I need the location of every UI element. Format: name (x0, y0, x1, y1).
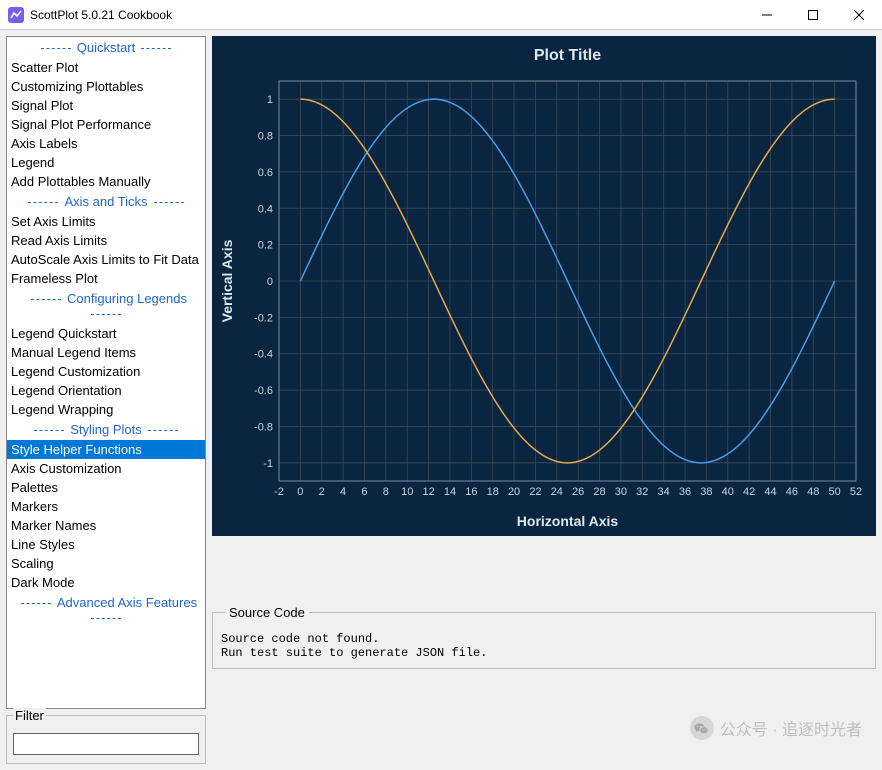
svg-text:18: 18 (487, 486, 499, 498)
svg-text:14: 14 (444, 486, 456, 498)
svg-text:0: 0 (297, 486, 303, 498)
list-section-header: Configuring Legends (7, 288, 205, 324)
list-item[interactable]: Legend Wrapping (7, 400, 205, 419)
svg-text:0.4: 0.4 (258, 203, 273, 215)
sidebar: QuickstartScatter PlotCustomizing Plotta… (6, 36, 206, 764)
list-item[interactable]: Line Styles (7, 535, 205, 554)
watermark: 公众号 · 追逐时光者 (690, 716, 862, 740)
svg-text:36: 36 (679, 486, 691, 498)
svg-text:Vertical Axis: Vertical Axis (219, 239, 235, 322)
list-item[interactable]: Axis Customization (7, 459, 205, 478)
svg-text:8: 8 (383, 486, 389, 498)
svg-text:48: 48 (807, 486, 819, 498)
list-item[interactable]: Legend Customization (7, 362, 205, 381)
svg-text:-0.2: -0.2 (254, 312, 273, 324)
list-section-header: Advanced Axis Features (7, 592, 205, 628)
list-item[interactable]: Signal Plot (7, 96, 205, 115)
list-item[interactable]: Dark Mode (7, 573, 205, 592)
svg-text:20: 20 (508, 486, 520, 498)
source-code-text: Source code not found. Run test suite to… (221, 632, 867, 660)
svg-text:Horizontal Axis: Horizontal Axis (517, 513, 619, 529)
list-section-header: Quickstart (7, 37, 205, 58)
svg-text:4: 4 (340, 486, 346, 498)
source-code-label: Source Code (225, 605, 309, 620)
svg-text:42: 42 (743, 486, 755, 498)
list-item[interactable]: Marker Names (7, 516, 205, 535)
svg-text:1: 1 (267, 94, 273, 106)
list-item[interactable]: Scatter Plot (7, 58, 205, 77)
list-item[interactable]: AutoScale Axis Limits to Fit Data (7, 250, 205, 269)
filter-input[interactable] (13, 733, 199, 755)
svg-text:40: 40 (722, 486, 734, 498)
svg-text:38: 38 (700, 486, 712, 498)
svg-text:16: 16 (465, 486, 477, 498)
svg-text:22: 22 (529, 486, 541, 498)
svg-text:0.6: 0.6 (258, 167, 273, 179)
watermark-text: 公众号 · 追逐时光者 (720, 716, 862, 740)
list-item[interactable]: Customizing Plottables (7, 77, 205, 96)
svg-text:-2: -2 (274, 486, 284, 498)
svg-text:0.8: 0.8 (258, 131, 273, 143)
list-item[interactable]: Manual Legend Items (7, 343, 205, 362)
list-item[interactable]: Signal Plot Performance (7, 115, 205, 134)
list-item[interactable]: Legend Orientation (7, 381, 205, 400)
list-item[interactable]: Scaling (7, 554, 205, 573)
list-item[interactable]: Markers (7, 497, 205, 516)
svg-text:2: 2 (319, 486, 325, 498)
svg-text:6: 6 (361, 486, 367, 498)
list-item[interactable]: Palettes (7, 478, 205, 497)
svg-text:0.2: 0.2 (258, 240, 273, 252)
svg-text:34: 34 (658, 486, 670, 498)
svg-text:28: 28 (593, 486, 605, 498)
svg-text:44: 44 (764, 486, 776, 498)
svg-text:50: 50 (829, 486, 841, 498)
svg-text:30: 30 (615, 486, 627, 498)
list-section-header: Axis and Ticks (7, 191, 205, 212)
recipe-listbox[interactable]: QuickstartScatter PlotCustomizing Plotta… (6, 36, 206, 709)
list-item[interactable]: Read Axis Limits (7, 231, 205, 250)
plot-area[interactable]: -202468101214161820222426283032343638404… (212, 36, 876, 536)
list-item[interactable]: Legend Quickstart (7, 324, 205, 343)
list-item[interactable]: Set Axis Limits (7, 212, 205, 231)
close-button[interactable] (836, 0, 882, 30)
svg-text:24: 24 (551, 486, 563, 498)
filter-groupbox: Filter (6, 715, 206, 764)
window-title: ScottPlot 5.0.21 Cookbook (30, 8, 744, 22)
svg-text:46: 46 (786, 486, 798, 498)
filter-label: Filter (13, 708, 46, 723)
svg-text:52: 52 (850, 486, 862, 498)
svg-text:-0.4: -0.4 (254, 349, 273, 361)
svg-text:10: 10 (401, 486, 413, 498)
app-icon (8, 7, 24, 23)
minimize-button[interactable] (744, 0, 790, 30)
svg-text:-0.8: -0.8 (254, 421, 273, 433)
titlebar: ScottPlot 5.0.21 Cookbook (0, 0, 882, 30)
list-item[interactable]: Legend (7, 153, 205, 172)
list-item[interactable]: Axis Labels (7, 134, 205, 153)
svg-text:26: 26 (572, 486, 584, 498)
wechat-icon (690, 716, 714, 740)
svg-text:-1: -1 (263, 458, 273, 470)
maximize-button[interactable] (790, 0, 836, 30)
svg-text:32: 32 (636, 486, 648, 498)
list-item[interactable]: Style Helper Functions (7, 440, 205, 459)
svg-text:Plot Title: Plot Title (534, 47, 601, 64)
svg-text:-0.6: -0.6 (254, 385, 273, 397)
list-item[interactable]: Frameless Plot (7, 269, 205, 288)
source-code-groupbox: Source Code Source code not found. Run t… (212, 612, 876, 669)
list-section-header: Styling Plots (7, 419, 205, 440)
list-item[interactable]: Add Plottables Manually (7, 172, 205, 191)
svg-text:12: 12 (422, 486, 434, 498)
svg-text:0: 0 (267, 276, 273, 288)
